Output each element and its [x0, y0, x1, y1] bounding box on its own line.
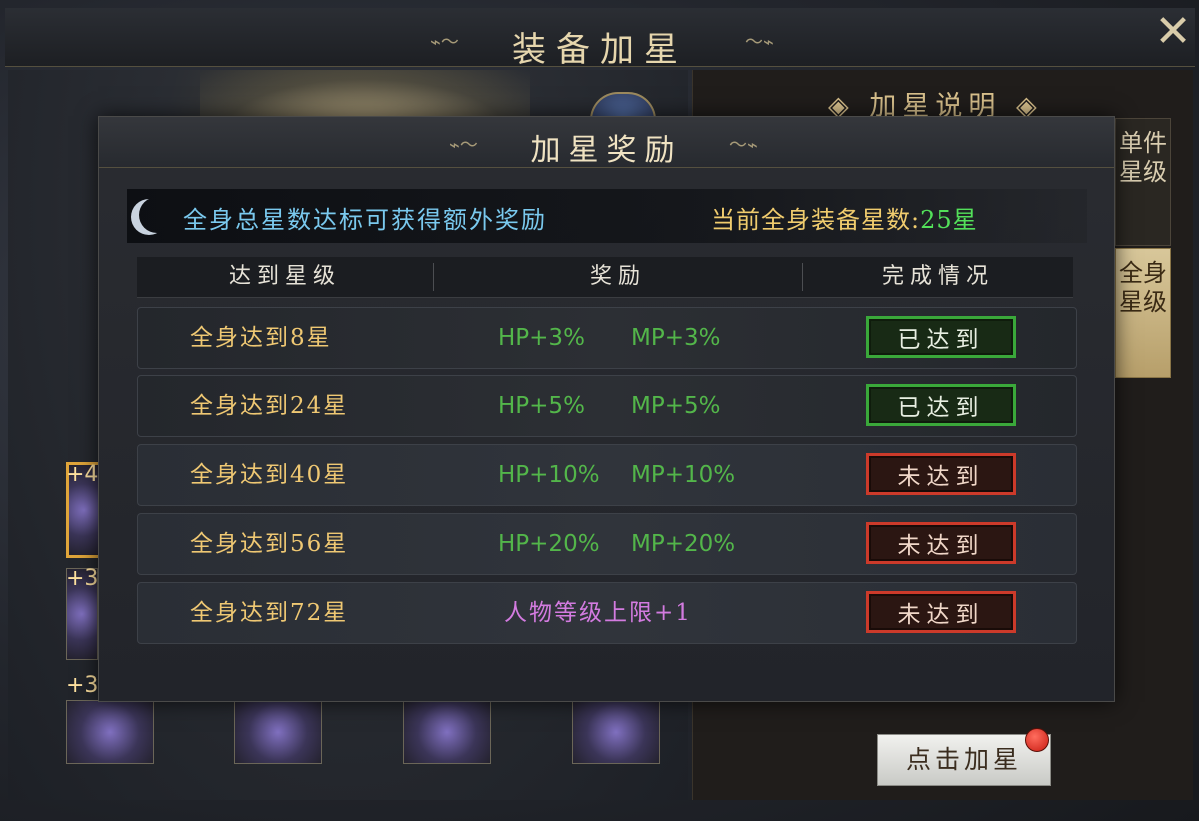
status-badge-not-achieved: 未达到	[866, 522, 1016, 564]
dialog-title-bar: ⌁〜 加星奖励 〜⌁	[99, 117, 1114, 168]
window-title: 装备加星	[512, 30, 688, 70]
row-requirement: 全身达到72星	[190, 600, 349, 626]
dialog-ornament-right: 〜⌁	[729, 135, 758, 156]
header-reward: 奖励	[589, 264, 646, 289]
window-title-bar: ⌁〜 装备加星 〜⌁	[5, 8, 1195, 70]
table-row: 全身达到72星 人物等级上限+1 未达到	[137, 582, 1077, 644]
status-badge-not-achieved: 未达到	[866, 453, 1016, 495]
star-reward-dialog: ⌁〜 加星奖励 〜⌁ 全身总星数达标可获得额外奖励 当前全身装备星数:25星 达…	[98, 116, 1115, 702]
reward-table-header: 达到星级 奖励 完成情况	[137, 257, 1073, 298]
status-badge-achieved: 已达到	[866, 316, 1016, 358]
stars-banner: 全身总星数达标可获得额外奖励 当前全身装备星数:25星	[127, 189, 1087, 243]
header-requirement: 达到星级	[228, 264, 341, 289]
row-hp-bonus: HP+5%	[498, 393, 585, 419]
slot-star-tag: +3	[66, 673, 99, 698]
row-mp-bonus: MP+5%	[631, 393, 721, 419]
current-stars-value: 25星	[920, 206, 978, 234]
row-requirement: 全身达到40星	[190, 462, 349, 488]
row-mp-bonus: MP+20%	[631, 531, 736, 557]
status-badge-not-achieved: 未达到	[866, 591, 1016, 633]
equipment-slot-shoes[interactable]	[403, 700, 491, 764]
row-requirement: 全身达到24星	[190, 393, 349, 419]
row-mp-bonus: MP+10%	[631, 462, 736, 488]
slot-star-tag: +4	[66, 462, 99, 487]
moon-icon	[139, 197, 175, 233]
tab-whole-star[interactable]: 全身星级	[1115, 248, 1171, 378]
row-hp-bonus: HP+10%	[498, 462, 600, 488]
tab-single-star[interactable]: 单件星级	[1115, 118, 1171, 246]
table-row: 全身达到24星 HP+5% MP+5% 已达到	[137, 375, 1077, 437]
row-hp-bonus: HP+20%	[498, 531, 600, 557]
row-requirement: 全身达到8星	[190, 325, 332, 351]
close-icon[interactable]: ✕	[1150, 10, 1196, 56]
table-row: 全身达到56星 HP+20% MP+20% 未达到	[137, 513, 1077, 575]
banner-text: 全身总星数达标可获得额外奖励	[183, 206, 547, 234]
table-row: 全身达到40星 HP+10% MP+10% 未达到	[137, 444, 1077, 506]
status-badge-achieved: 已达到	[866, 384, 1016, 426]
current-stars-label: 当前全身装备星数:25星	[711, 200, 978, 235]
row-requirement: 全身达到56星	[190, 531, 349, 557]
dialog-title: 加星奖励	[530, 133, 683, 168]
row-level-cap-bonus: 人物等级上限+1	[504, 600, 692, 626]
row-mp-bonus: MP+3%	[631, 325, 721, 351]
slot-star-tag: +3	[66, 566, 99, 591]
title-ornament-right: 〜⌁	[745, 32, 774, 53]
equipment-slot-ring[interactable]	[234, 700, 322, 764]
row-hp-bonus: HP+3%	[498, 325, 585, 351]
equipment-slot-boots[interactable]	[66, 700, 154, 764]
notification-dot	[1025, 728, 1049, 752]
header-status: 完成情况	[881, 264, 994, 289]
equipment-slot-bracer[interactable]	[572, 700, 660, 764]
current-stars-label-text: 当前全身装备星数:	[711, 206, 921, 234]
table-row: 全身达到8星 HP+3% MP+3% 已达到	[137, 307, 1077, 369]
